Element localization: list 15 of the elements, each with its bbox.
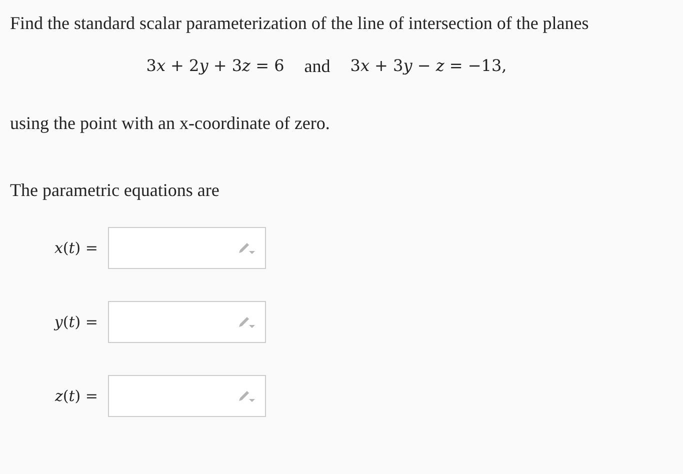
pencil-icon[interactable] [237, 315, 255, 329]
condition-text: using the point with an x-coordinate of zero. [10, 113, 331, 134]
equation: 3x + 3y − z = −13, [350, 56, 507, 77]
pencil-icon[interactable] [237, 389, 255, 403]
equation-label: y(t) = [52, 313, 99, 331]
answer-intro-text: The parametric equations are [10, 180, 220, 201]
answer-field[interactable] [108, 227, 266, 269]
answer-field[interactable] [108, 375, 266, 417]
pencil-icon[interactable] [237, 241, 255, 255]
question-text: Find the standard scalar parameterization of the line of intersection of the planes [10, 13, 590, 34]
equation: 3x + 2y + 3z = 6 [146, 56, 284, 77]
answer-field[interactable] [108, 301, 266, 343]
connector-text: and [304, 56, 330, 77]
equation-label: z(t) = [54, 387, 99, 405]
equation-label: x(t) = [53, 239, 99, 257]
